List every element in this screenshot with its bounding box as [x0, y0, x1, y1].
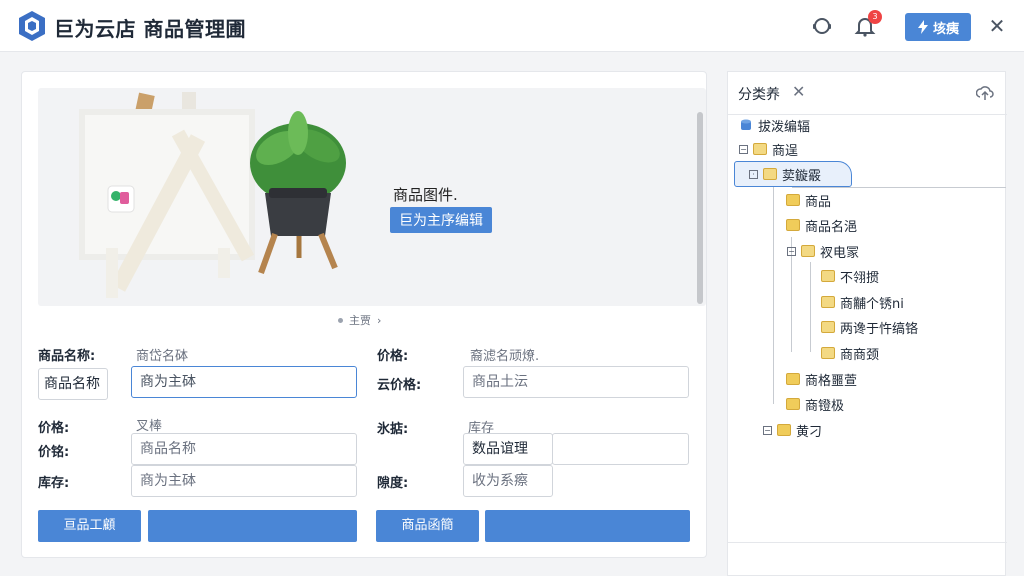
plant-image: [250, 111, 346, 275]
upload-button[interactable]: 垓痍: [905, 13, 971, 41]
data-manage-tag[interactable]: 数品谊理: [463, 433, 553, 465]
price-label: 价格:: [38, 421, 70, 436]
folder-icon: [763, 168, 777, 180]
tree-label: 商格噩萱: [805, 373, 858, 389]
tree-node[interactable]: 商品: [786, 189, 831, 211]
tree-label: 拔泼编辐: [758, 119, 811, 135]
app-title: 巨为云店 商品管理圃: [54, 17, 246, 41]
folder-icon: [821, 270, 835, 282]
price-name-input[interactable]: 商品名称: [131, 433, 357, 465]
product-review-button[interactable]: 商品函簡: [376, 510, 479, 542]
category-panel-title: 分类养: [738, 87, 780, 103]
tree-label: 商商颈: [840, 347, 880, 363]
product-name-tag[interactable]: 商品名称: [38, 368, 108, 400]
tree-label: 衩电冡: [820, 245, 860, 261]
right-wide-button[interactable]: [485, 510, 690, 542]
category-tree-panel: 分类养 ✕ 拔泼编辐 − 商逞 · 荬鏇霰 商品 商品名浥 − 衩电冡 不翎掼: [727, 71, 1007, 576]
folder-open-icon: [786, 219, 800, 231]
stock-label: 库存:: [38, 476, 70, 491]
tree-node[interactable]: 商商颈: [821, 342, 879, 364]
upload-label: 垓痍: [932, 21, 959, 37]
tree-guide: [810, 262, 811, 352]
collapse-toggle-icon[interactable]: −: [739, 144, 748, 154]
product-form-panel: 商品图件. 巨为主序编辑 主贾 › 商品名称: 商岱名砵 商品名称 商为主砵 价…: [21, 71, 707, 558]
collect-input[interactable]: 收为系瘵: [463, 465, 553, 497]
tree-label: 商逞: [772, 143, 799, 159]
product-tools-button[interactable]: 亘品工顧: [38, 510, 141, 542]
edit-image-button[interactable]: 巨为主序编辑: [390, 207, 492, 233]
status-label: 氷掂:: [377, 422, 409, 437]
tree-node[interactable]: 商镫极: [786, 393, 844, 415]
folder-icon: [821, 296, 835, 308]
left-wide-button[interactable]: [148, 510, 357, 542]
tree-label: 商黼个锈ni: [840, 296, 904, 312]
folder-open-icon: [777, 424, 791, 436]
folder-open-icon: [786, 194, 800, 206]
collapse-toggle-icon[interactable]: −: [787, 246, 796, 256]
gap-label: 隙度:: [377, 476, 409, 491]
folder-icon: [801, 245, 815, 257]
tree-node[interactable]: 不翎掼: [821, 265, 879, 287]
database-icon: [741, 119, 751, 130]
collapse-toggle-icon[interactable]: −: [763, 425, 772, 435]
cloud-price-label: 云价格:: [377, 378, 422, 393]
stock-input[interactable]: 商为主砵: [131, 465, 357, 497]
folder-open-icon: [786, 373, 800, 385]
tree-node[interactable]: 商格噩萱: [786, 368, 857, 390]
upload-cloud-icon[interactable]: [976, 84, 994, 102]
tree-node[interactable]: 两谗于忤缟铬: [821, 316, 918, 338]
product-name-label: 商品名称:: [38, 349, 96, 364]
panel-footer-divider: [728, 542, 1007, 543]
tree-node-root[interactable]: 拔泼编辐: [739, 114, 810, 136]
gallery-pager[interactable]: 主贾 ›: [338, 312, 381, 328]
pager-dot-icon: [338, 317, 343, 323]
product-image-gallery: 商品图件. 巨为主序编辑: [38, 88, 706, 306]
tree-node-selected[interactable]: · 荬鏇霰: [749, 163, 821, 185]
chevron-right-icon[interactable]: ›: [377, 314, 381, 327]
price-hint: 叉棒: [136, 419, 163, 434]
folder-icon: [821, 347, 835, 359]
tree-node[interactable]: 商品名浥: [786, 214, 857, 236]
tree-guide: [773, 184, 774, 404]
tree-label: 商品: [805, 194, 832, 210]
folder-open-icon: [786, 398, 800, 410]
pager-label: 主贾: [349, 314, 371, 327]
close-panel-icon[interactable]: ✕: [792, 82, 805, 101]
notification-badge: 3: [868, 10, 882, 24]
tree-label: 商镫极: [805, 398, 845, 414]
tree-label: 荬鏇霰: [782, 168, 822, 184]
tree-label: 黄刁: [796, 424, 823, 440]
tree-node[interactable]: − 商逞: [739, 138, 798, 160]
app-logo-icon: [19, 11, 45, 41]
product-name-hint: 商岱名砵: [136, 349, 189, 364]
tree-label: 商品名浥: [805, 219, 858, 235]
product-name-input[interactable]: 商为主砵: [131, 366, 357, 398]
price-label-right: 价格:: [377, 349, 409, 364]
tree-node[interactable]: − 黄刁: [763, 419, 822, 441]
data-manage-input[interactable]: [552, 433, 689, 465]
price-name-label: 价铭:: [38, 445, 70, 460]
tree-guide: [792, 187, 1006, 188]
folder-icon: [753, 143, 767, 155]
product-bag-image: [79, 92, 255, 298]
tree-node[interactable]: 商黼个锈ni: [821, 291, 904, 313]
image-caption: 商品图件.: [393, 186, 458, 204]
tree-label: 两谗于忤缟铬: [840, 321, 919, 337]
tree-label: 不翎掼: [840, 270, 880, 286]
cloud-price-input[interactable]: 商品土沄: [463, 366, 689, 398]
support-icon[interactable]: [810, 14, 834, 38]
tree-node[interactable]: − 衩电冡: [787, 240, 859, 262]
top-bar: 巨为云店 商品管理圃 3 垓痍 ✕: [0, 0, 1024, 52]
lightning-icon: [917, 20, 928, 34]
folder-icon: [821, 321, 835, 333]
collapse-toggle-icon[interactable]: ·: [749, 169, 758, 179]
gallery-scrollbar[interactable]: [697, 112, 703, 304]
close-icon[interactable]: ✕: [986, 14, 1008, 38]
price-hint-right: 裔滤名顽燎.: [470, 349, 540, 364]
